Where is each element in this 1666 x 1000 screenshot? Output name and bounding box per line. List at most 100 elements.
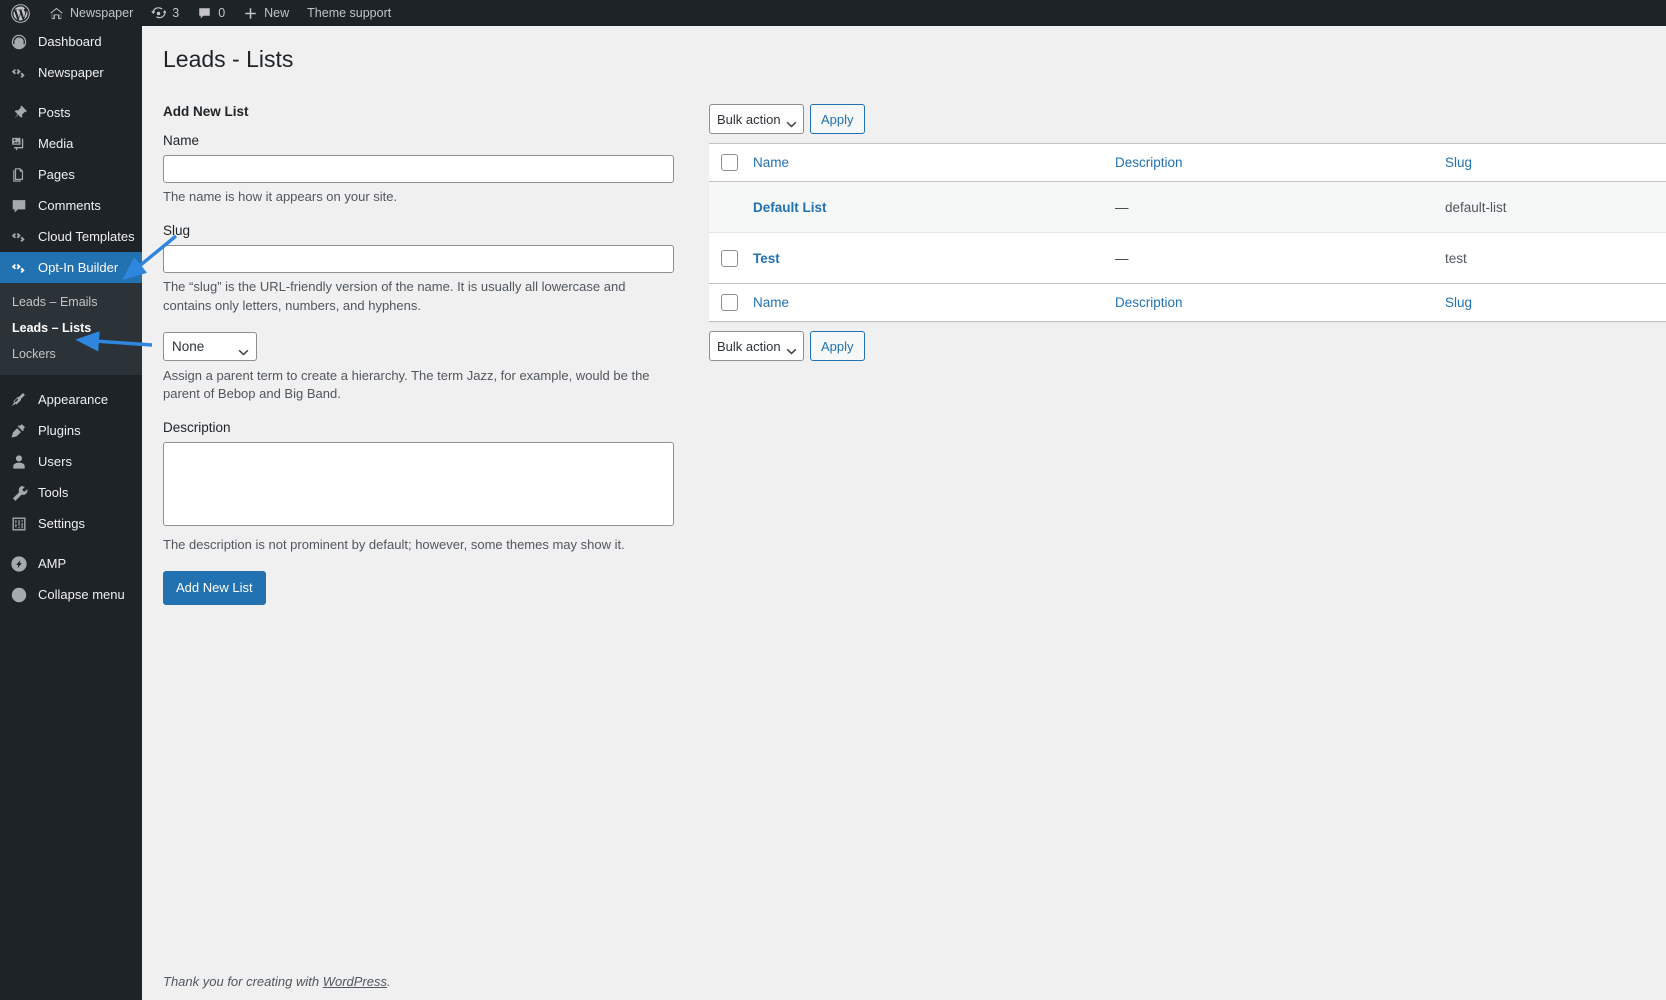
footer-text-before: Thank you for creating with [163, 974, 323, 989]
row-slug-cell: test [1435, 232, 1666, 284]
sidebar-item-opt-in-builder[interactable]: Opt-In Builder [0, 252, 150, 283]
updates-count: 3 [172, 6, 180, 20]
sidebar-item-label: Settings [38, 516, 85, 531]
bulk-actions-wrapper-top: Bulk actions [709, 104, 804, 134]
select-all-header [709, 143, 745, 182]
tablenav-bottom: Bulk actions Apply [709, 331, 1666, 361]
apply-button-bottom[interactable]: Apply [810, 331, 865, 361]
sidebar-item-plugins[interactable]: Plugins [0, 415, 142, 446]
sidebar-submenu-opt-in-builder: Leads – Emails Leads – Lists Lockers [0, 283, 142, 375]
select-all-checkbox-footer[interactable] [721, 294, 738, 311]
sidebar-item-label: Appearance [38, 392, 109, 407]
sidebar-item-label: Opt-In Builder [38, 260, 119, 275]
list-name-link[interactable]: Default List [753, 200, 827, 215]
footer-text-after: . [387, 974, 391, 989]
description-textarea[interactable] [163, 442, 674, 527]
slug-field-help: The “slug” is the URL-friendly version o… [163, 278, 626, 313]
apply-button-top[interactable]: Apply [810, 104, 865, 134]
sidebar-separator [0, 539, 142, 548]
bulk-actions-select-top[interactable]: Bulk actions [709, 104, 804, 134]
sidebar-item-label: Newspaper [38, 65, 104, 80]
list-name-link[interactable]: Test [753, 251, 780, 266]
sidebar-item-label: Dashboard [38, 34, 102, 49]
column-header-slug[interactable]: Slug [1435, 143, 1666, 182]
sidebar-item-dashboard[interactable]: Dashboard [0, 26, 142, 57]
row-checkbox[interactable] [721, 249, 738, 267]
appearance-icon [9, 390, 29, 410]
amp-icon [9, 554, 29, 574]
sidebar-item-users[interactable]: Users [0, 446, 142, 477]
table-body: Default List — default-list Test — test [709, 181, 1666, 284]
comments-icon [9, 196, 29, 216]
media-icon [9, 134, 29, 154]
plus-icon [243, 6, 258, 21]
comments-count: 0 [218, 6, 226, 20]
column-header-name[interactable]: Name [745, 143, 1105, 182]
collapse-icon [9, 585, 29, 605]
updates-icon [151, 6, 167, 21]
home-icon [49, 6, 64, 21]
sidebar-item-pages[interactable]: Pages [0, 159, 142, 190]
slug-input[interactable] [163, 244, 674, 273]
sidebar-item-newspaper[interactable]: Newspaper [0, 57, 142, 88]
column-footer-slug[interactable]: Slug [1435, 283, 1666, 322]
theme-support-label: Theme support [307, 6, 392, 20]
select-all-checkbox[interactable] [721, 154, 738, 171]
pages-icon [9, 165, 29, 185]
sidebar-item-comments[interactable]: Comments [0, 190, 142, 221]
sidebar-item-label: Collapse menu [38, 587, 125, 602]
column-footer-description[interactable]: Description [1105, 283, 1435, 322]
site-name-menu[interactable]: Newspaper [40, 0, 142, 26]
row-slug-cell: default-list [1435, 181, 1666, 233]
lists-table: Name Description Slug Default List — def… [709, 143, 1666, 322]
select-all-footer-header [709, 283, 745, 322]
newspaper-icon [9, 63, 29, 83]
sidebar-item-appearance[interactable]: Appearance [0, 384, 142, 415]
sidebar-separator [0, 375, 142, 384]
new-content-label: New [264, 6, 290, 20]
column-footer-name[interactable]: Name [745, 283, 1105, 322]
sidebar-item-tools[interactable]: Tools [0, 477, 142, 508]
parent-select[interactable]: None [163, 331, 257, 361]
wordpress-link[interactable]: WordPress [323, 974, 387, 989]
description-field-label: Description [163, 420, 231, 436]
comments-menu[interactable]: 0 [188, 0, 234, 26]
sidebar-item-label: AMP [38, 556, 67, 571]
row-description-cell: — [1105, 181, 1435, 233]
add-new-list-button[interactable]: Add New List [163, 571, 266, 605]
wordpress-logo-icon [11, 3, 30, 23]
sidebar-subitem-leads-emails[interactable]: Leads – Emails [0, 289, 142, 315]
column-header-description[interactable]: Description [1105, 143, 1435, 182]
parent-select-wrapper: None [163, 331, 257, 361]
footer-credit: Thank you for creating with WordPress. [163, 974, 391, 989]
updates-menu[interactable]: 3 [142, 0, 188, 26]
sidebar-item-amp[interactable]: AMP [0, 548, 142, 579]
table-row: Test — test [709, 232, 1666, 284]
sidebar-item-settings[interactable]: Settings [0, 508, 142, 539]
sidebar-subitem-lockers[interactable]: Lockers [0, 341, 142, 367]
sidebar-item-media[interactable]: Media [0, 128, 142, 159]
sidebar-item-label: Users [38, 454, 72, 469]
table-footer-row: Name Description Slug [709, 283, 1666, 322]
row-name-cell: Default List [745, 181, 1105, 233]
add-new-list-form: Add New List Name The name is how it app… [163, 104, 675, 605]
new-content-menu[interactable]: New [234, 0, 298, 26]
name-input[interactable] [163, 155, 674, 183]
row-checkbox-cell [709, 232, 745, 284]
sidebar-item-cloud-templates[interactable]: Cloud Templates [0, 221, 142, 252]
row-name-cell: Test [745, 232, 1105, 284]
bulk-actions-select-bottom[interactable]: Bulk actions [709, 331, 804, 361]
sidebar-item-label: Posts [38, 105, 71, 120]
sidebar-subitem-leads-lists[interactable]: Leads – Lists [0, 315, 142, 341]
sidebar-item-collapse-menu[interactable]: Collapse menu [0, 579, 142, 610]
wordpress-logo-menu[interactable] [0, 0, 40, 26]
sidebar-item-label: Cloud Templates [38, 229, 135, 244]
sidebar-separator [0, 88, 142, 97]
tools-icon [9, 483, 29, 503]
sidebar-item-label: Tools [38, 485, 69, 500]
row-checkbox-cell [709, 181, 745, 233]
admin-bar: Newspaper 3 0 New Theme support [0, 0, 1666, 26]
theme-support-menu[interactable]: Theme support [298, 0, 400, 26]
tablenav-top: Bulk actions Apply [709, 104, 1666, 134]
sidebar-item-posts[interactable]: Posts [0, 97, 142, 128]
